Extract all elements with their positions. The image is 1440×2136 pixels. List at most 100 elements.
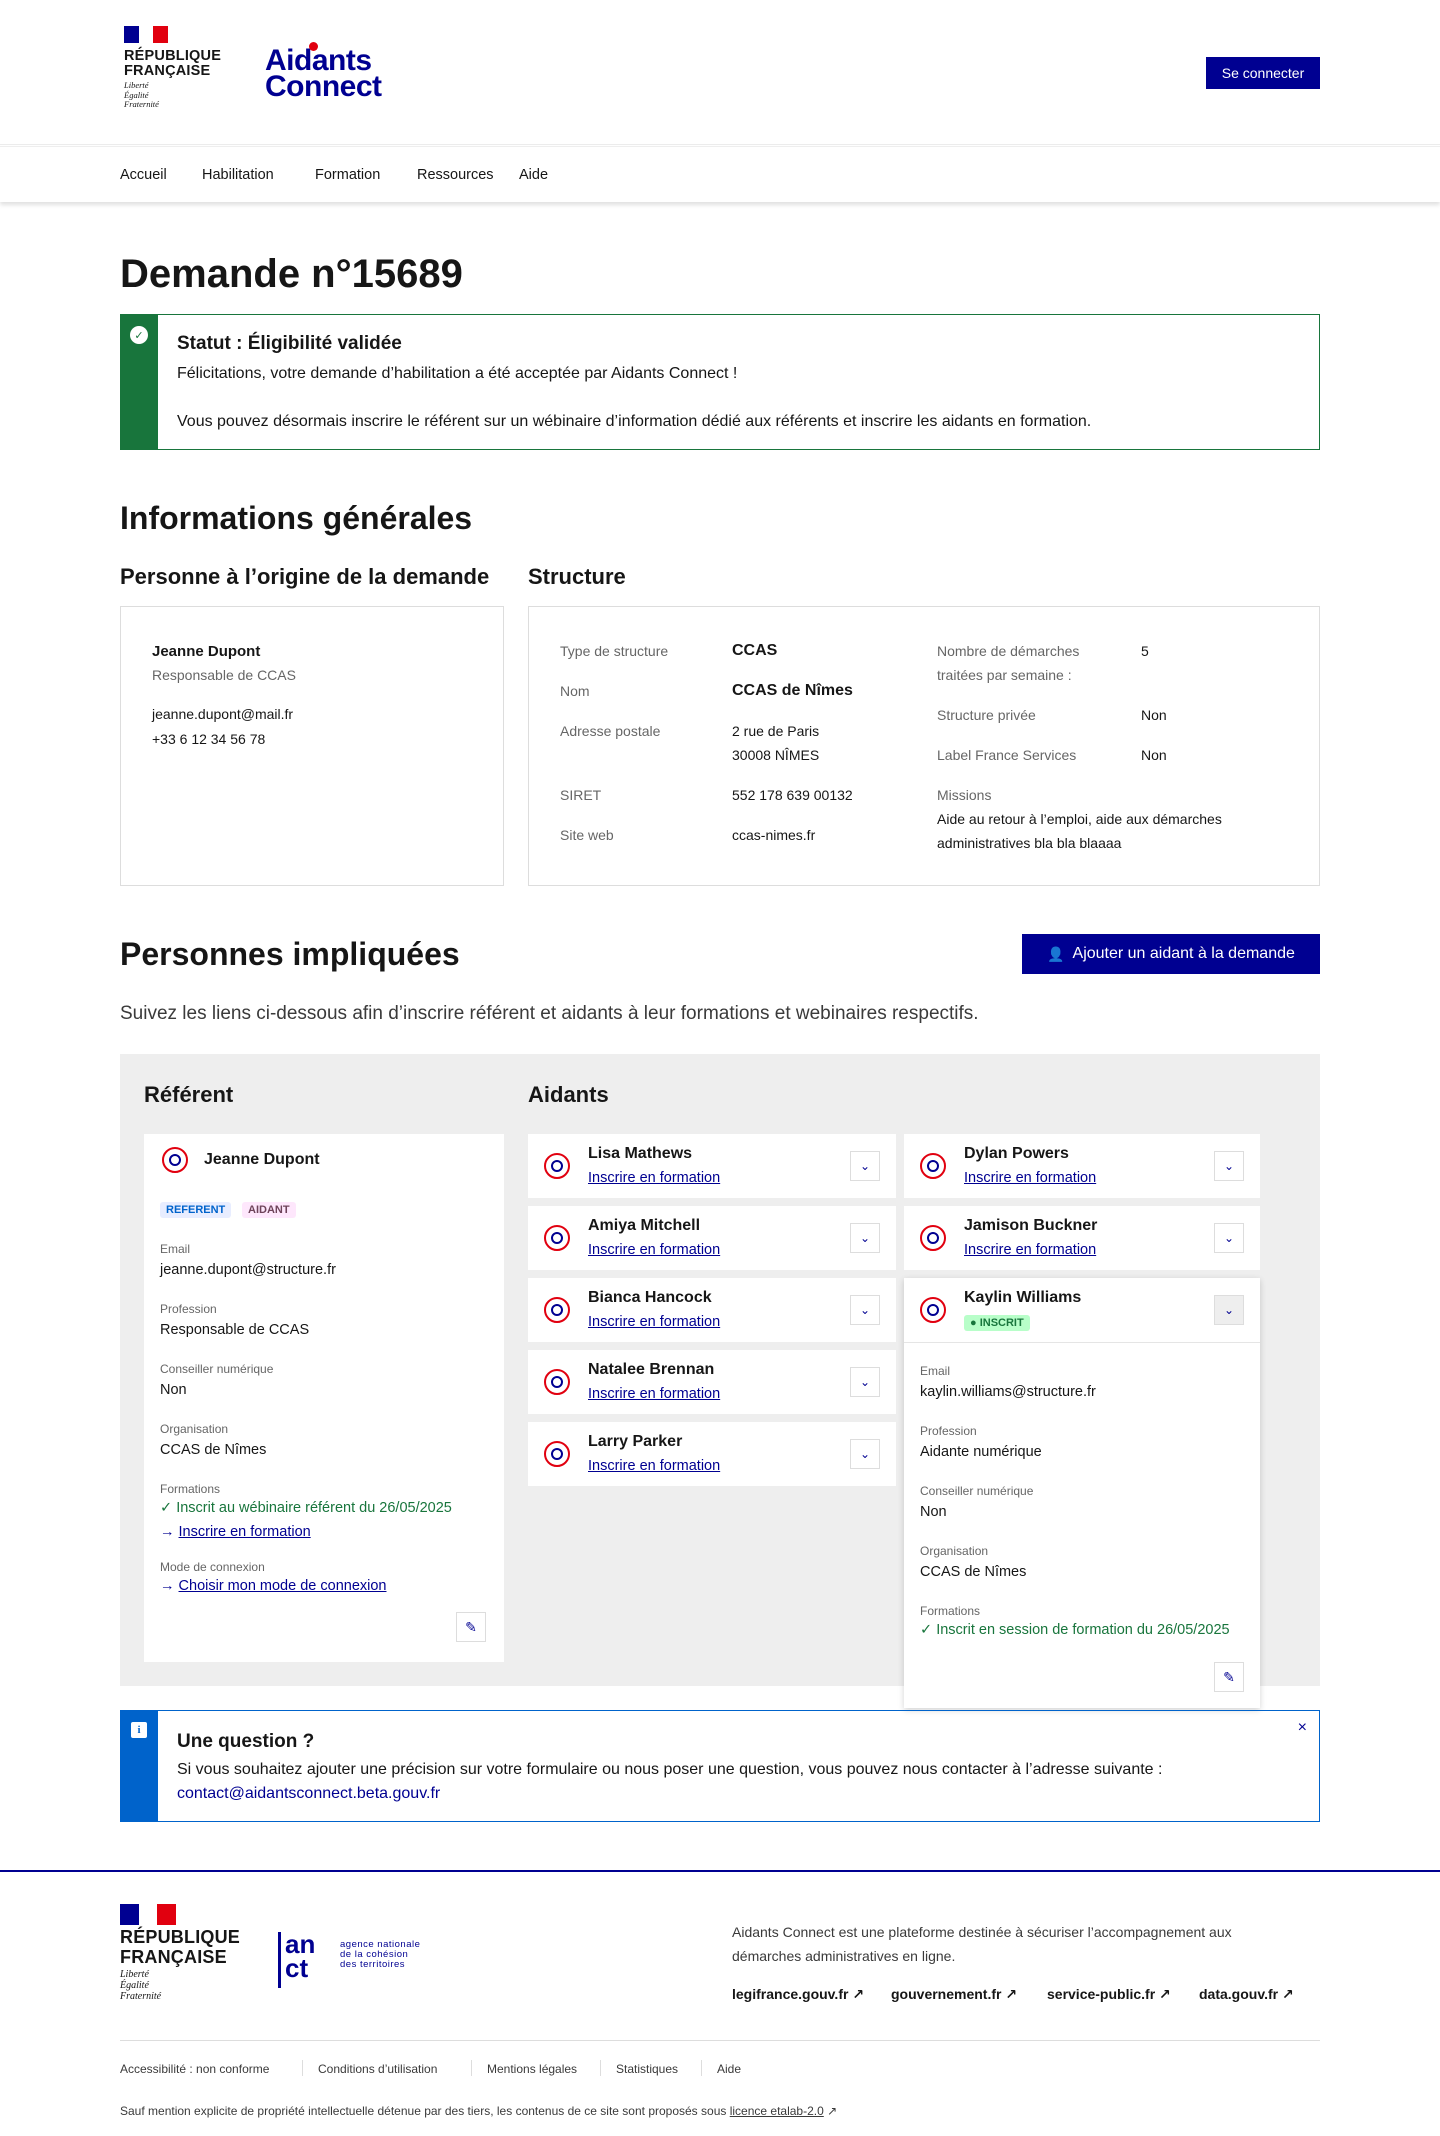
republic-line2: FRANÇAISE bbox=[124, 63, 211, 79]
description-line2: démarches administratives en ligne. bbox=[732, 1948, 956, 1964]
login-button[interactable]: Se connecter bbox=[1206, 57, 1320, 89]
footer-statistiques[interactable]: Statistiques bbox=[616, 2062, 678, 2076]
footer-sep bbox=[471, 2060, 472, 2076]
profession-label: Profession bbox=[160, 1302, 217, 1316]
link-service-public[interactable]: service-public.fr ↗ bbox=[1047, 1986, 1171, 2003]
aidant-formation-link[interactable]: Inscrire en formation bbox=[588, 1314, 720, 1330]
referent-title: Référent bbox=[144, 1082, 234, 1107]
referent-card: Jeanne Dupont REFERENT AIDANT Email jean… bbox=[144, 1134, 504, 1662]
add-aidant-button[interactable]: 👤 Ajouter un aidant à la demande bbox=[1022, 934, 1320, 974]
structure-section-title: Structure bbox=[528, 564, 626, 589]
link-legifrance-text: legifrance.gouv.fr bbox=[732, 1986, 849, 2002]
aidant-formation-link[interactable]: Inscrire en formation bbox=[964, 1170, 1096, 1186]
chevron-down-icon[interactable]: ⌄ bbox=[1214, 1223, 1244, 1253]
chevron-up-icon[interactable]: ⌄ bbox=[1214, 1295, 1244, 1325]
footer-sep bbox=[701, 2060, 702, 2076]
link-gouvernement-text: gouvernement.fr bbox=[891, 1986, 1002, 2002]
aidant-formation-link[interactable]: Inscrire en formation bbox=[588, 1386, 720, 1402]
footer-aide[interactable]: Aide bbox=[717, 2062, 741, 2076]
nav-habilitation[interactable]: Habilitation bbox=[202, 167, 274, 183]
nav-accueil[interactable]: Accueil bbox=[120, 167, 167, 183]
aidants-connect-logo[interactable]: Aidants Connect bbox=[265, 42, 382, 103]
aidant-formation-link[interactable]: Inscrire en formation bbox=[588, 1242, 720, 1258]
label-fs-label: Label France Services bbox=[937, 747, 1077, 763]
edit-pencil-icon[interactable]: ✎ bbox=[456, 1612, 486, 1642]
aidant-conseiller: Non bbox=[920, 1504, 947, 1520]
referent-name: Jeanne Dupont bbox=[204, 1151, 320, 1168]
footer-republique-block: RÉPUBLIQUE FRANÇAISE Liberté Égalité Frater… bbox=[120, 1904, 240, 2002]
link-data-gouv[interactable]: data.gouv.fr ↗ bbox=[1199, 1986, 1294, 2003]
aidant-card: Bianca Hancock Inscrire en formation ⌄ bbox=[528, 1278, 896, 1342]
inscrit-badge-text: INSCRIT bbox=[979, 1317, 1024, 1329]
check-icon: ✓ bbox=[160, 1500, 177, 1516]
aidant-formation-link[interactable]: Inscrire en formation bbox=[588, 1458, 720, 1474]
private-value: Non bbox=[1141, 707, 1167, 723]
license-text: Sauf mention explicite de propriété inte… bbox=[120, 2104, 727, 2118]
formations-label: Formations bbox=[920, 1604, 981, 1618]
label-fs-value: Non bbox=[1141, 747, 1167, 763]
tag-aidant: AIDANT bbox=[242, 1202, 296, 1218]
aidant-profession: Aidante numérique bbox=[920, 1444, 1042, 1460]
chevron-down-icon[interactable]: ⌄ bbox=[850, 1367, 880, 1397]
address-line1: 2 rue de Paris bbox=[732, 723, 820, 739]
structure-card: Type de structure CCAS Nom CCAS de Nîmes… bbox=[528, 606, 1320, 886]
formations-label: Formations bbox=[160, 1482, 221, 1496]
user-avatar-icon bbox=[544, 1369, 570, 1395]
email-label: Email bbox=[920, 1364, 951, 1378]
aidant-name: Dylan Powers bbox=[964, 1145, 1069, 1162]
type-value: CCAS bbox=[732, 642, 778, 659]
marianne-flag-icon bbox=[120, 1904, 176, 1925]
chevron-down-icon[interactable]: ⌄ bbox=[850, 1295, 880, 1325]
arrow-right-icon: → bbox=[160, 1578, 179, 1594]
footer-accessibilite[interactable]: Accessibilité : non conforme bbox=[120, 2062, 269, 2076]
license-link[interactable]: licence etalab-2.0 bbox=[730, 2104, 824, 2118]
connexion-link[interactable]: → Choisir mon mode de connexion bbox=[160, 1578, 386, 1594]
chevron-down-icon[interactable]: ⌄ bbox=[850, 1223, 880, 1253]
close-icon[interactable]: × bbox=[1298, 1719, 1307, 1737]
check-circle-icon: ● bbox=[970, 1317, 980, 1329]
aidant-name: Lisa Mathews bbox=[588, 1145, 693, 1162]
arrow-right-icon: → bbox=[160, 1524, 179, 1540]
address-label: Adresse postale bbox=[560, 723, 661, 739]
nav-ressources[interactable]: Ressources bbox=[417, 167, 494, 183]
chevron-down-icon[interactable]: ⌄ bbox=[850, 1151, 880, 1181]
motto-liberte: Liberté bbox=[120, 1969, 149, 1980]
people-intro: Suivez les liens ci-dessous afin d’inscr… bbox=[120, 1003, 979, 1024]
question-text: Si vous souhaitez ajouter une précision … bbox=[177, 1761, 1163, 1778]
missions-line2: administratives bla bla blaaaa bbox=[937, 835, 1122, 851]
add-aidant-label: Ajouter un aidant à la demande bbox=[1072, 945, 1295, 962]
footer-mentions[interactable]: Mentions légales bbox=[487, 2062, 577, 2076]
link-legifrance[interactable]: legifrance.gouv.fr ↗ bbox=[732, 1986, 864, 2003]
nav-formation[interactable]: Formation bbox=[315, 167, 380, 183]
aidant-formation-link[interactable]: Inscrire en formation bbox=[588, 1170, 720, 1186]
person-email: jeanne.dupont@mail.fr bbox=[152, 706, 294, 722]
aidant-name: Bianca Hancock bbox=[588, 1289, 712, 1306]
nav-aide[interactable]: Aide bbox=[519, 167, 548, 183]
connexion-link-text: Choisir mon mode de connexion bbox=[178, 1578, 387, 1594]
external-link-icon: ↗ bbox=[1005, 1986, 1018, 2002]
description-line1: Aidants Connect est une plateforme desti… bbox=[732, 1924, 1232, 1940]
referent-formation-link[interactable]: → Inscrire en formation bbox=[160, 1524, 311, 1540]
inscrit-badge: ● INSCRIT bbox=[964, 1315, 1030, 1331]
referent-profession: Responsable de CCAS bbox=[160, 1322, 310, 1338]
chevron-down-icon[interactable]: ⌄ bbox=[1214, 1151, 1244, 1181]
motto-egalite: Égalité bbox=[120, 1980, 149, 1991]
logo-line2: Connect bbox=[265, 70, 382, 103]
aidant-name: Jamison Buckner bbox=[964, 1217, 1098, 1234]
person-phone: +33 6 12 34 56 78 bbox=[152, 731, 266, 747]
formation-done-text: Inscrit en session de formation du 26/05… bbox=[936, 1622, 1230, 1638]
edit-pencil-icon[interactable]: ✎ bbox=[1214, 1662, 1244, 1692]
footer-conditions[interactable]: Conditions d’utilisation bbox=[318, 2062, 437, 2076]
status-alert: ✓ Statut : Éligibilité validée Félicitat… bbox=[120, 314, 1320, 450]
contact-email-link[interactable]: contact@aidantsconnect.beta.gouv.fr bbox=[177, 1785, 440, 1803]
footer-sep bbox=[600, 2060, 601, 2076]
private-label: Structure privée bbox=[937, 707, 1036, 723]
chevron-down-icon[interactable]: ⌄ bbox=[850, 1439, 880, 1469]
aidant-card: Natalee Brennan Inscrire en formation ⌄ bbox=[528, 1350, 896, 1414]
aidant-name: Amiya Mitchell bbox=[588, 1217, 701, 1234]
user-avatar-icon bbox=[544, 1297, 570, 1323]
aidant-formation-link[interactable]: Inscrire en formation bbox=[964, 1242, 1096, 1258]
external-link-icon: ↗ bbox=[1281, 1986, 1294, 2002]
conseiller-label: Conseiller numérique bbox=[160, 1362, 274, 1376]
link-gouvernement[interactable]: gouvernement.fr ↗ bbox=[891, 1986, 1017, 2003]
